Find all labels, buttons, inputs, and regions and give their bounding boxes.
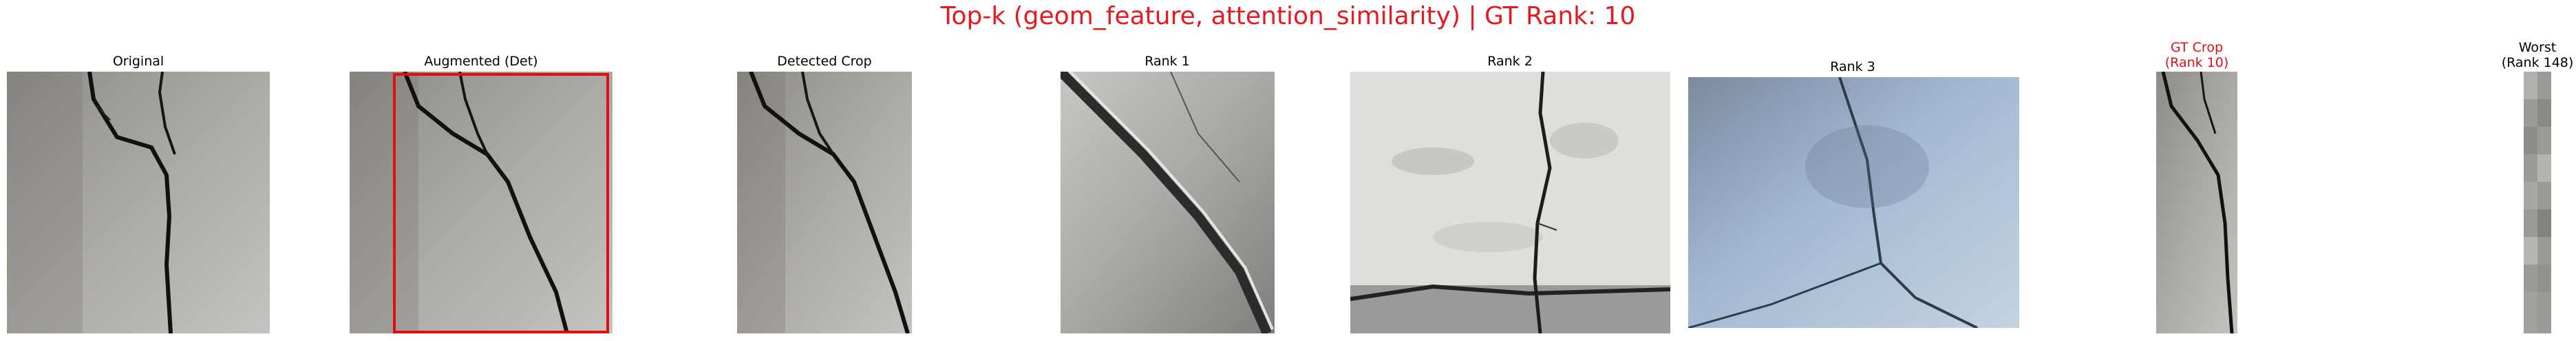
gt-crop-label: GT Crop [2170,40,2224,55]
gt-crop-rank: (Rank 10) [2164,55,2229,70]
panel-title-augmented: Augmented (Det) [424,54,538,69]
figure-title: Top-k (geom_feature, attention_similarit… [940,2,1636,30]
worst-label: Worst [2518,40,2557,55]
rank-3-image [1688,77,2019,328]
panel-title-detected-crop: Detected Crop [777,54,872,69]
worst-image [2524,72,2551,333]
panel-title-original: Original [112,54,164,69]
rank-1-image [1061,72,1275,333]
panel-title-rank-3: Rank 3 [1830,59,1875,74]
detection-bounding-box [393,73,609,333]
panel-title-gt-crop: GT Crop (Rank 10) [2165,40,2229,70]
original-image [7,72,270,333]
gt-crop-image [2156,72,2237,333]
rank-2-image [1350,72,1670,333]
worst-rank: (Rank 148) [2501,55,2574,70]
panel-title-rank-2: Rank 2 [1487,54,1533,69]
augmented-image [350,72,613,333]
detected-crop-image [737,72,912,333]
panel-title-rank-1: Rank 1 [1145,54,1190,69]
panel-title-worst: Worst (Rank 148) [2502,40,2574,70]
